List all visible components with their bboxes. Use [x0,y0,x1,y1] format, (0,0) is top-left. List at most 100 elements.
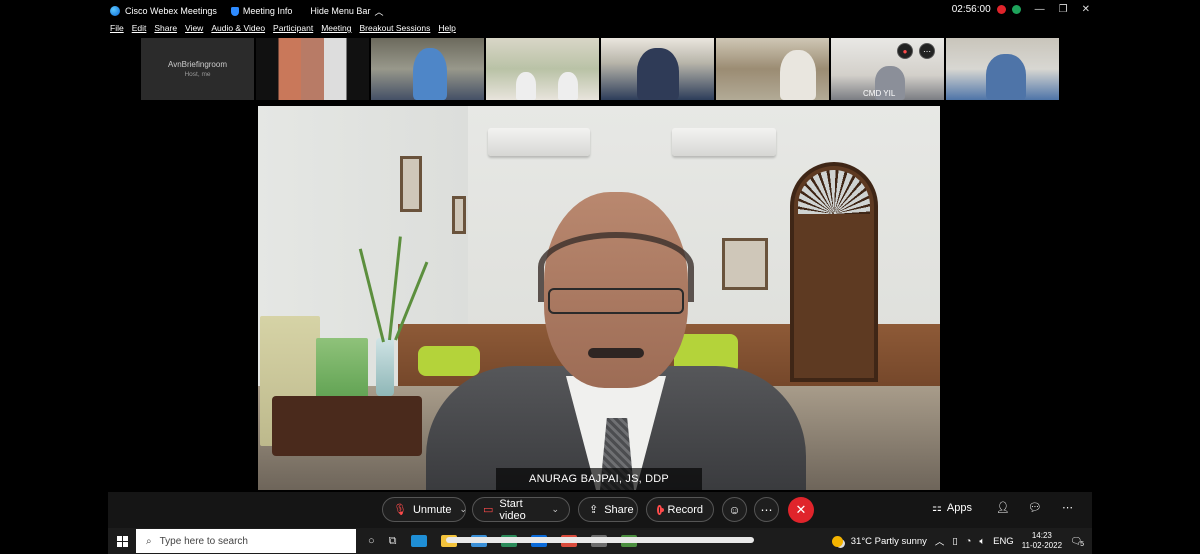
unmute-button[interactable]: 🎙︎ Unmute ⌄ [382,497,468,522]
language-indicator[interactable]: ENG [993,536,1014,547]
chevron-down-icon[interactable]: ⌄ [460,504,468,515]
search-placeholder: Type here to search [159,535,248,547]
meeting-control-bar: 🎙︎ Unmute ⌄ ▭ Start video ⌄ ⇪ Share Reco… [108,492,1092,528]
volume-icon[interactable]: 🔈︎ [979,536,985,547]
participant-thumb[interactable] [371,38,484,100]
menu-help[interactable]: Help [438,23,455,37]
participant-thumb-host[interactable]: AvnBriefingroom Host, me [141,38,254,100]
video-background [418,346,480,376]
participant-thumb-cmd-yil[interactable]: ● ⋯ CMD YIL [831,38,944,100]
start-video-label: Start video [499,497,526,522]
speaker-name-label: ANURAG BAJPAI, JS, DDP [496,468,702,490]
menu-bar: File Edit Share View Audio & Video Parti… [110,23,456,37]
participant-thumb[interactable] [256,38,369,100]
participant-video [637,48,679,100]
close-icon: ✕ [795,502,807,517]
chat-icon: 💬︎ [1028,502,1042,514]
video-background [400,156,422,212]
video-background [722,238,768,290]
battery-icon[interactable]: ▯ [952,536,957,547]
unmute-label: Unmute [412,503,452,516]
participants-button[interactable]: 👤︎ [996,501,1010,514]
end-meeting-button[interactable]: ✕ [788,497,814,523]
close-icon[interactable]: ✕ [1082,4,1090,15]
participant-video [558,72,578,100]
restore-icon[interactable]: ❐ [1059,4,1068,15]
chevron-down-icon[interactable]: ⌄ [551,504,559,515]
menu-share[interactable]: Share [154,23,177,37]
menu-meeting[interactable]: Meeting [321,23,351,37]
chat-button[interactable]: 💬︎ [1028,501,1042,514]
start-video-button[interactable]: ▭ Start video ⌄ [472,497,570,522]
cortana-icon[interactable]: ○ [368,535,375,547]
titlebar-right: 02:56:00 — ❐ ✕ [952,4,1090,15]
participant-thumb[interactable] [946,38,1059,100]
video-background [376,338,394,396]
menu-edit[interactable]: Edit [132,23,147,37]
participant-thumb[interactable] [716,38,829,100]
participant-strip: AvnBriefingroom Host, me ● ⋯ CMD YIL [141,38,1059,100]
menu-breakout-sessions[interactable]: Breakout Sessions [359,23,430,37]
participant-name: CMD YIL [863,89,896,98]
meeting-timer: 02:56:00 [951,4,991,15]
more-panels-button[interactable]: ⋯ [1062,501,1073,514]
chevron-up-icon: ︿ [374,6,384,17]
start-button[interactable] [108,528,136,554]
taskbar-search-box[interactable]: ⌕ Type here to search [136,529,356,553]
smiley-icon: ☺ [728,502,741,517]
windows-logo-icon [116,535,128,547]
network-icon[interactable]: ◔ [966,536,972,547]
participant-thumb[interactable] [601,38,714,100]
participants-icon: 👤︎ [996,502,1010,514]
search-icon: ⌕ [146,535,152,547]
more-options-icon: ⋯ [760,502,773,517]
share-button[interactable]: ⇪ Share [578,497,638,522]
record-label: Record [667,503,703,516]
taskbar-clock[interactable]: 14:23 11-02-2022 [1022,531,1062,551]
apps-label: Apps [946,501,972,514]
video-background [672,128,776,156]
chevron-up-icon[interactable]: ︿ [935,534,945,548]
system-tray: 31°C Partly sunny ︿ ▯ ◔ 🔈︎ ENG 14:23 11-… [831,528,1084,554]
webex-logo-icon [110,6,120,16]
minimize-icon[interactable]: — [1035,4,1045,15]
edge-icon[interactable] [410,535,427,547]
record-button[interactable]: Record [646,497,714,522]
menu-file[interactable]: File [110,23,124,37]
task-view-icon[interactable]: ⧉ [389,535,397,548]
more-options-icon[interactable]: ⋯ [919,43,935,59]
share-label: Share [604,503,634,516]
horizontal-scroll-bar[interactable] [446,537,754,543]
recording-status-icon [996,5,1006,14]
weather-text[interactable]: 31°C Partly sunny [851,536,927,547]
notification-count: 5 [1080,540,1084,548]
share-icon: ⇪ [589,504,599,516]
menu-participant[interactable]: Participant [273,23,313,37]
apps-button[interactable]: ⚏ Apps [932,501,972,515]
meeting-info-label: Meeting Info [242,6,293,16]
participant-thumb[interactable] [486,38,599,100]
video-background [272,396,422,456]
clock-time: 14:23 [1031,531,1052,540]
clock-date: 11-02-2022 [1021,541,1063,550]
more-options-button[interactable]: ⋯ [754,497,779,522]
record-icon [657,504,664,515]
hide-menu-bar-button[interactable]: Hide Menu Bar ︿ [310,5,383,18]
meeting-info-button[interactable]: Meeting Info [230,6,293,16]
active-speaker-video[interactable]: ANURAG BAJPAI, JS, DDP [258,106,940,490]
speaker-figure [548,288,684,314]
muted-mic-icon: ● [897,43,913,59]
menu-view[interactable]: View [185,23,203,37]
reactions-button[interactable]: ☺ [722,497,747,522]
speaker-figure [588,348,644,358]
menu-audio-video[interactable]: Audio & Video [211,23,265,37]
participant-video [516,72,536,100]
participant-video [986,54,1026,100]
app-title: Cisco Webex Meetings [110,6,217,16]
apps-icon: ⚏ [932,502,942,514]
host-subtitle: Host, me [184,71,211,78]
host-name: AvnBriefingroom [168,60,227,69]
hide-menu-bar-label: Hide Menu Bar [310,6,371,16]
more-options-icon: ⋯ [1062,502,1073,514]
video-off-icon: ▭ [483,504,494,516]
